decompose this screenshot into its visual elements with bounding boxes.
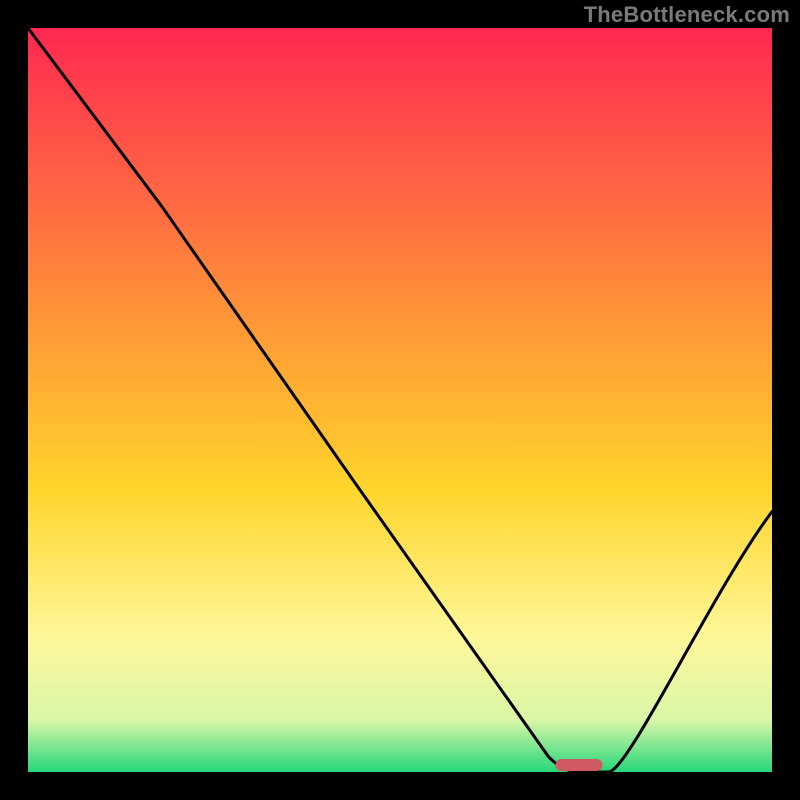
- chart-frame: TheBottleneck.com: [0, 0, 800, 800]
- optimal-indicator: [555, 759, 602, 771]
- plot-area: [28, 28, 772, 772]
- bottleneck-curve: [28, 28, 772, 772]
- watermark-label: TheBottleneck.com: [584, 2, 790, 28]
